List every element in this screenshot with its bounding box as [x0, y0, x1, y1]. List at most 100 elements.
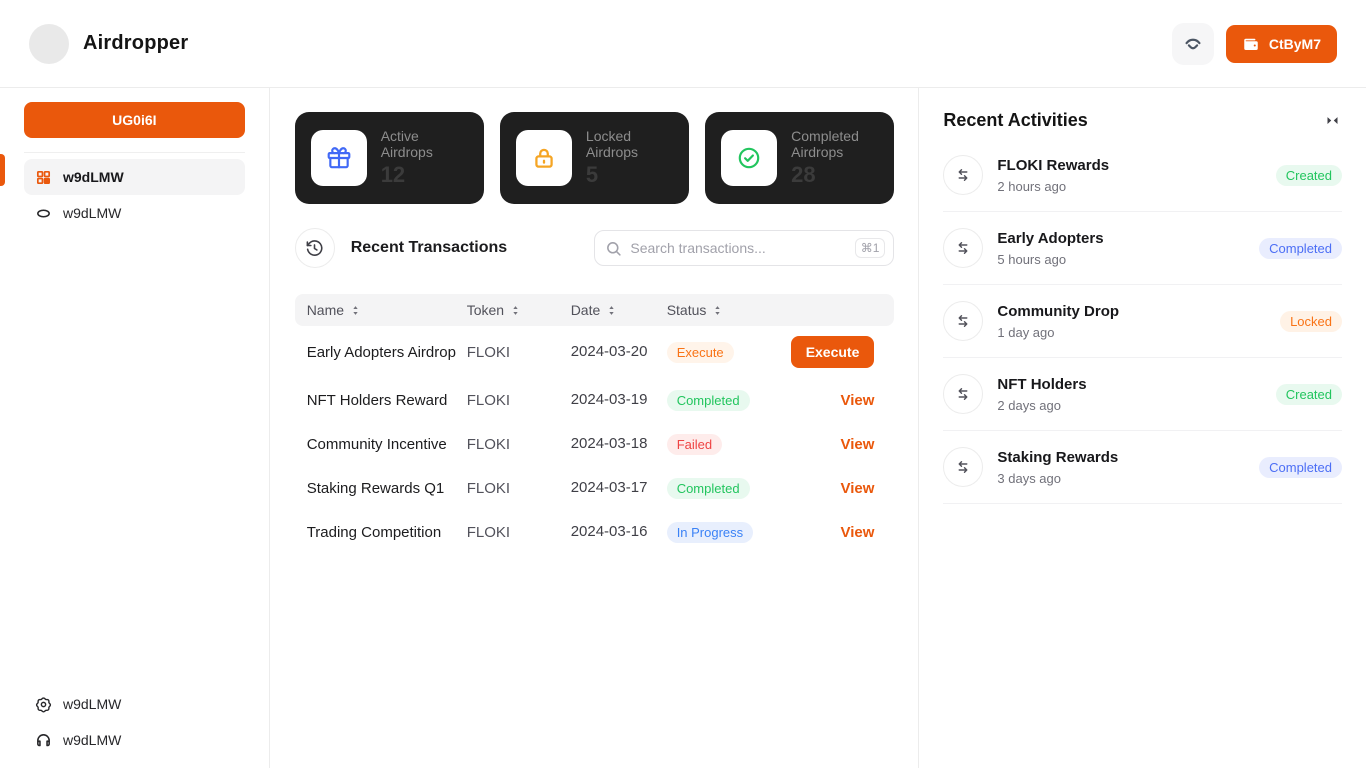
stat-card-completed: Completed Airdrops 28: [705, 112, 895, 204]
list-item[interactable]: Community Drop 1 day ago Locked: [943, 285, 1342, 358]
activity-time: 3 days ago: [997, 470, 1061, 486]
sidebar-item-support[interactable]: w9dLMW: [24, 722, 245, 758]
column-header-token[interactable]: Token: [467, 302, 571, 318]
stat-value: 28: [791, 162, 816, 188]
execute-button[interactable]: Execute: [790, 336, 875, 368]
view-link[interactable]: View: [840, 436, 874, 453]
tx-token: FLOKI: [466, 343, 511, 361]
status-badge: Failed: [666, 433, 723, 455]
stat-texts: Active Airdrops 12: [381, 128, 468, 188]
column-label: Status: [666, 302, 707, 318]
column-header-status[interactable]: Status: [667, 302, 791, 318]
tx-name: Staking Rewards Q1: [306, 479, 445, 497]
page-layout: UG0i6I w9dLMW w9dLMW w9dLMW w9dLMW Activ…: [0, 88, 1366, 768]
stat-texts: Locked Airdrops 5: [586, 128, 673, 188]
section-title-wrap: Recent Transactions: [294, 228, 508, 268]
activities-panel: Recent Activities FLOKI Rewards 2 hours …: [919, 88, 1366, 768]
headphones-icon: [35, 732, 52, 749]
wallet-address: CtByM7: [1268, 35, 1321, 52]
tx-date: 2024-03-19: [570, 391, 648, 408]
tx-date: 2024-03-16: [570, 523, 648, 540]
sidebar-item-label: w9dLMW: [63, 696, 122, 712]
wallet-icon: [1242, 35, 1260, 53]
sidebar-item-label: w9dLMW: [63, 732, 122, 748]
activities-title: Recent Activities: [943, 110, 1088, 130]
activity-texts: FLOKI Rewards 2 hours ago: [997, 157, 1261, 194]
sidebar-item-tokens[interactable]: w9dLMW: [24, 195, 245, 231]
app-title: Airdropper: [83, 32, 189, 54]
search-input[interactable]: [630, 240, 847, 256]
sidebar-footer: w9dLMW w9dLMW: [24, 686, 245, 758]
activity-title: FLOKI Rewards: [997, 156, 1110, 174]
list-item[interactable]: FLOKI Rewards 2 hours ago Created: [943, 139, 1342, 212]
view-link[interactable]: View: [840, 392, 874, 409]
transactions-section-head: Recent Transactions ⌘1: [294, 228, 895, 268]
activity-title: NFT Holders: [997, 375, 1087, 393]
tx-token: FLOKI: [466, 479, 511, 497]
activity-texts: Community Drop 1 day ago: [997, 303, 1266, 340]
status-badge: Locked: [1280, 310, 1342, 332]
tx-date: 2024-03-18: [570, 435, 648, 452]
status-badge: Created: [1275, 383, 1342, 405]
list-item[interactable]: Staking Rewards 3 days ago Completed: [943, 431, 1342, 504]
brand: Airdropper: [29, 23, 189, 64]
walletconnect-button[interactable]: [1171, 22, 1214, 65]
column-label: Token: [466, 302, 505, 318]
stat-texts: Completed Airdrops 28: [791, 128, 878, 188]
stat-label: Completed Airdrops: [791, 127, 859, 160]
status-badge: Completed: [1259, 237, 1342, 259]
stat-card-active: Active Airdrops 12: [294, 112, 484, 204]
view-link[interactable]: View: [840, 480, 874, 497]
list-item[interactable]: Early Adopters 5 hours ago Completed: [943, 212, 1342, 285]
activity-time: 1 day ago: [997, 324, 1055, 340]
collapse-panel-button[interactable]: [1323, 111, 1342, 130]
search-shortcut-badge: ⌘1: [854, 238, 886, 258]
status-badge: In Progress: [666, 521, 754, 543]
activity-time: 5 hours ago: [997, 251, 1067, 267]
tx-token: FLOKI: [466, 391, 511, 409]
sidebar-item-label: w9dLMW: [63, 169, 124, 185]
coin-icon: [35, 205, 52, 222]
collapse-panel-icon: [1327, 117, 1338, 124]
walletconnect-icon: [1182, 33, 1204, 55]
column-header-date[interactable]: Date: [571, 302, 667, 318]
stat-value: 5: [585, 162, 599, 188]
transactions-title: Recent Transactions: [350, 239, 508, 256]
table-row: Community Incentive FLOKI 2024-03-18 Fai…: [295, 422, 895, 466]
stat-value: 12: [380, 162, 406, 188]
activities-head: Recent Activities: [943, 110, 1342, 131]
sidebar-primary-button[interactable]: UG0i6I: [24, 102, 245, 138]
stats-row: Active Airdrops 12 Locked Airdrops 5 Com…: [294, 112, 895, 204]
sort-icon: [609, 305, 614, 315]
table-header: Name Token Date Status: [294, 294, 895, 326]
tx-name: Early Adopters Airdrop: [306, 343, 456, 361]
view-link[interactable]: View: [840, 524, 874, 541]
stat-card-locked: Locked Airdrops 5: [499, 112, 690, 204]
column-label: Date: [570, 302, 601, 318]
table-row: Trading Competition FLOKI 2024-03-16 In …: [295, 510, 895, 554]
tx-name: Trading Competition: [306, 523, 442, 541]
sort-icon: [715, 305, 721, 315]
column-header-name[interactable]: Name: [307, 302, 467, 318]
sidebar: UG0i6I w9dLMW w9dLMW w9dLMW w9dLMW: [0, 88, 270, 768]
table-row: Staking Rewards Q1 FLOKI 2024-03-17 Comp…: [295, 466, 895, 510]
activity-title: Staking Rewards: [997, 448, 1119, 466]
transactions-table: Name Token Date Status Early Adopters Ai…: [294, 294, 895, 554]
stat-label: Locked Airdrops: [585, 127, 639, 160]
active-nav-indicator: [0, 154, 5, 186]
sidebar-item-dashboard[interactable]: w9dLMW: [24, 159, 245, 195]
list-item[interactable]: NFT Holders 2 days ago Created: [943, 358, 1342, 431]
table-row: Early Adopters Airdrop FLOKI 2024-03-20 …: [295, 326, 895, 378]
gift-icon: [310, 130, 367, 186]
sidebar-item-settings[interactable]: w9dLMW: [24, 686, 245, 722]
tx-token: FLOKI: [466, 435, 511, 453]
app-logo: [29, 23, 69, 64]
status-badge: Execute: [666, 341, 734, 363]
tx-date: 2024-03-17: [570, 479, 648, 496]
sort-icon: [513, 305, 518, 315]
search-icon: [605, 240, 622, 257]
tx-date: 2024-03-20: [570, 343, 648, 360]
transfer-arrows-icon: [943, 155, 984, 195]
activity-title: Community Drop: [997, 302, 1120, 320]
connected-wallet-button[interactable]: CtByM7: [1225, 24, 1337, 63]
